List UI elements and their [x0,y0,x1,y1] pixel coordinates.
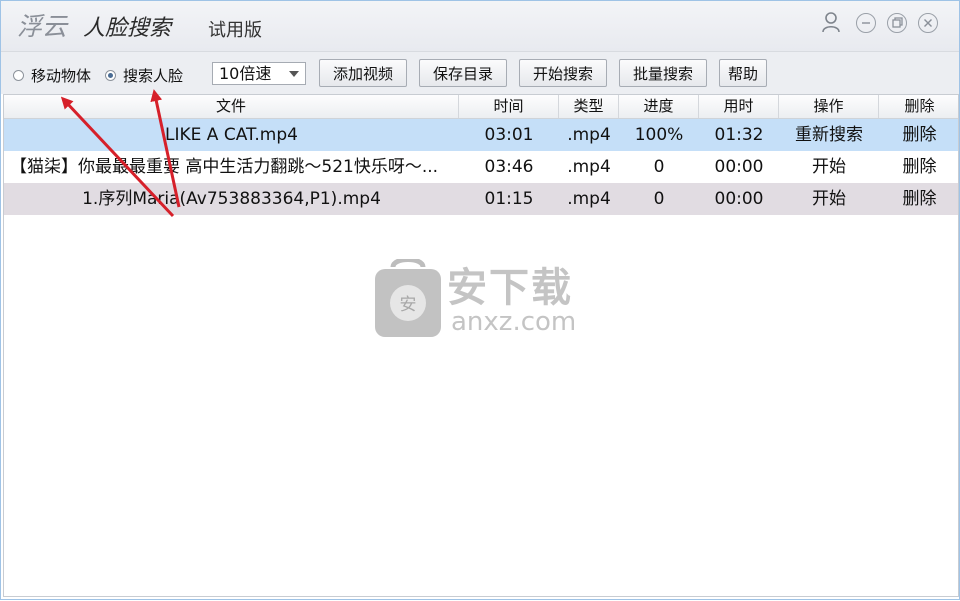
watermark-text-url: anxz.com [451,307,577,337]
column-header-file[interactable]: 文件 [4,95,459,118]
column-header-progress[interactable]: 进度 [619,95,699,118]
cell-type: .mp4 [567,189,611,209]
cell-delete-button[interactable]: 删除 [879,183,958,215]
cell-action-button[interactable]: 重新搜索 [779,119,879,151]
cell-action-button[interactable]: 开始 [779,151,879,183]
app-logo-right: 人脸搜索 [83,16,172,41]
watermark: 安 安下载 anxz.com [373,259,593,339]
svg-text:安: 安 [400,295,417,315]
cell-file: LIKE A CAT.mp4 [165,125,298,145]
cell-elapsed: 00:00 [714,157,764,177]
cell-elapsed: 00:00 [714,189,764,209]
cell-file: 【猫柒】你最最最重要 高中生活力翻跳～521快乐呀～... [10,157,439,177]
add-video-button[interactable]: 添加视频 [319,59,407,87]
table-row[interactable]: 1.序列Maria(Av753883364,P1).mp4 01:15 .mp4… [4,183,958,215]
cell-progress: 100% [634,125,684,145]
column-header-delete[interactable]: 删除 [879,95,958,118]
table-header: 文件 时间 类型 进度 用时 操作 删除 [4,95,958,119]
column-header-action[interactable]: 操作 [779,95,879,118]
help-button[interactable]: 帮助 [719,59,767,87]
radio-search-face[interactable]: 搜索人脸 [105,65,183,86]
save-directory-button[interactable]: 保存目录 [419,59,507,87]
speed-select[interactable]: 10倍速 [212,62,306,85]
cell-progress: 0 [653,157,665,177]
table-row[interactable]: 【猫柒】你最最最重要 高中生活力翻跳～521快乐呀～... 03:46 .mp4… [4,151,958,183]
cell-type: .mp4 [567,125,611,145]
minimize-icon[interactable] [856,13,876,33]
start-search-button[interactable]: 开始搜索 [519,59,607,87]
radio-dot-moving[interactable] [13,70,24,81]
cell-type: .mp4 [567,157,611,177]
cell-time: 01:15 [484,189,534,209]
cell-progress: 0 [653,189,665,209]
column-header-time[interactable]: 时间 [459,95,559,118]
close-icon[interactable] [918,13,938,33]
radio-face-label: 搜索人脸 [123,67,184,85]
cell-file: 1.序列Maria(Av753883364,P1).mp4 [82,189,381,209]
chevron-down-icon [289,71,299,77]
title-bar: 浮云 人脸搜索 试用版 [1,1,959,51]
radio-moving-label: 移动物体 [31,67,92,85]
restore-icon[interactable] [887,13,907,33]
radio-moving-object[interactable]: 移动物体 [13,65,91,86]
cell-delete-button[interactable]: 删除 [879,151,958,183]
table-row[interactable]: LIKE A CAT.mp4 03:01 .mp4 100% 01:32 重新搜… [4,119,958,151]
speed-select-value: 10倍速 [219,64,272,83]
cell-elapsed: 01:32 [714,125,764,145]
batch-search-button[interactable]: 批量搜索 [619,59,707,87]
column-header-elapsed[interactable]: 用时 [699,95,779,118]
cell-action-button[interactable]: 开始 [779,183,879,215]
video-table: 文件 时间 类型 进度 用时 操作 删除 LIKE A CAT.mp4 03:0… [3,94,959,597]
cell-time: 03:46 [484,157,534,177]
radio-dot-face[interactable] [105,70,116,81]
user-icon[interactable] [821,11,841,33]
app-logo-left: 浮云 [17,12,68,41]
app-window: 浮云 人脸搜索 试用版 移动物体 搜索人脸 10倍速 添加视频 保存目录 开始搜… [0,0,960,600]
watermark-text-cn: 安下载 [447,265,573,311]
cell-time: 03:01 [484,125,534,145]
edition-label: 试用版 [208,20,262,41]
cell-delete-button[interactable]: 删除 [879,119,958,151]
column-header-type[interactable]: 类型 [559,95,619,118]
